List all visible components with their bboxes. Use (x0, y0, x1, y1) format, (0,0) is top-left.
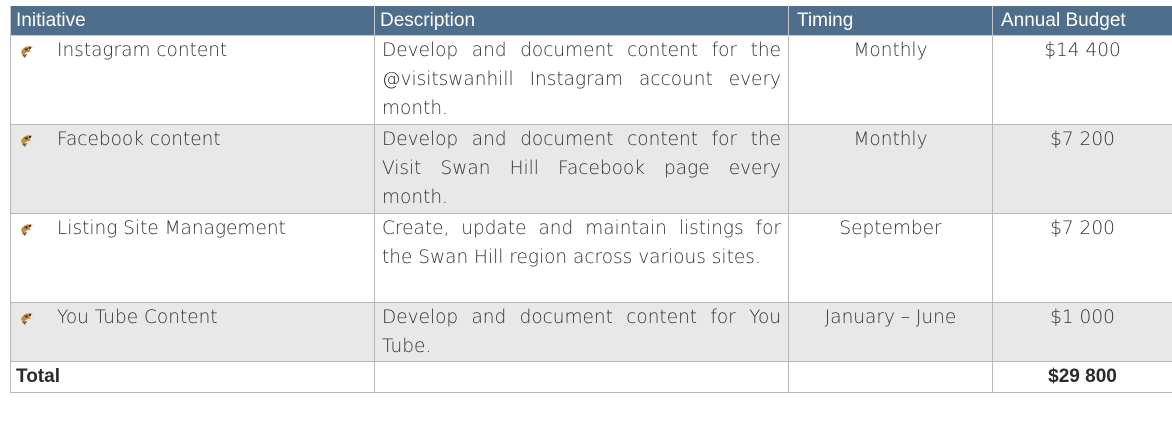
header-annual-budget: Annual Budget (992, 6, 1172, 36)
timing-cell: January – June (788, 302, 993, 362)
header-row: Initiative Description Timing Annual Bud… (10, 6, 1172, 36)
description-cell: Develop and document content for the @vi… (374, 35, 789, 125)
timing-cell: September (788, 213, 993, 303)
description-cell: Develop and document content for the Vis… (374, 124, 789, 214)
initiative-wrap: You Tube Content (19, 303, 367, 332)
table-row: Instagram content Develop and document c… (10, 35, 1172, 125)
total-empty-cell (374, 361, 789, 393)
budget-cell: $7 200 (992, 124, 1172, 214)
table-row: You Tube Content Develop and document co… (10, 302, 1172, 362)
table-header: Initiative Description Timing Annual Bud… (10, 6, 1172, 36)
budget-cell: $1 000 (992, 302, 1172, 362)
budget-table: Initiative Description Timing Annual Bud… (10, 6, 1172, 393)
initiative-cell: Listing Site Management (10, 213, 375, 303)
header-initiative: Initiative (10, 6, 375, 36)
table-row: Listing Site Management Create, update a… (10, 213, 1172, 303)
bird-bullet-icon (19, 219, 35, 237)
description-cell: Create, update and maintain listings for… (374, 213, 789, 303)
initiative-label: Facebook content (57, 129, 221, 150)
budget-cell: $14 400 (992, 35, 1172, 125)
initiative-cell: You Tube Content (10, 302, 375, 362)
initiative-cell: Facebook content (10, 124, 375, 214)
initiative-label: You Tube Content (57, 307, 218, 328)
total-label: Total (10, 361, 375, 393)
bird-bullet-icon (19, 130, 35, 148)
table-footer: Total $29 800 (10, 361, 1172, 393)
header-timing: Timing (788, 6, 993, 36)
header-description: Description (374, 6, 789, 36)
table-row: Facebook content Develop and document co… (10, 124, 1172, 214)
table-body: Instagram content Develop and document c… (10, 35, 1172, 362)
budget-table-container: Initiative Description Timing Annual Bud… (0, 0, 1172, 439)
description-cell: Develop and document content for You Tub… (374, 302, 789, 362)
initiative-label: Listing Site Management (57, 218, 286, 239)
bird-bullet-icon (19, 308, 35, 326)
initiative-wrap: Instagram content (19, 36, 367, 65)
initiative-wrap: Facebook content (19, 125, 367, 154)
total-budget: $29 800 (992, 361, 1172, 393)
initiative-label: Instagram content (57, 40, 228, 61)
total-row: Total $29 800 (10, 361, 1172, 393)
budget-cell: $7 200 (992, 213, 1172, 303)
timing-cell: Monthly (788, 35, 993, 125)
initiative-wrap: Listing Site Management (19, 214, 367, 243)
bird-bullet-icon (19, 41, 35, 59)
total-empty-cell (788, 361, 993, 393)
initiative-cell: Instagram content (10, 35, 375, 125)
timing-cell: Monthly (788, 124, 993, 214)
